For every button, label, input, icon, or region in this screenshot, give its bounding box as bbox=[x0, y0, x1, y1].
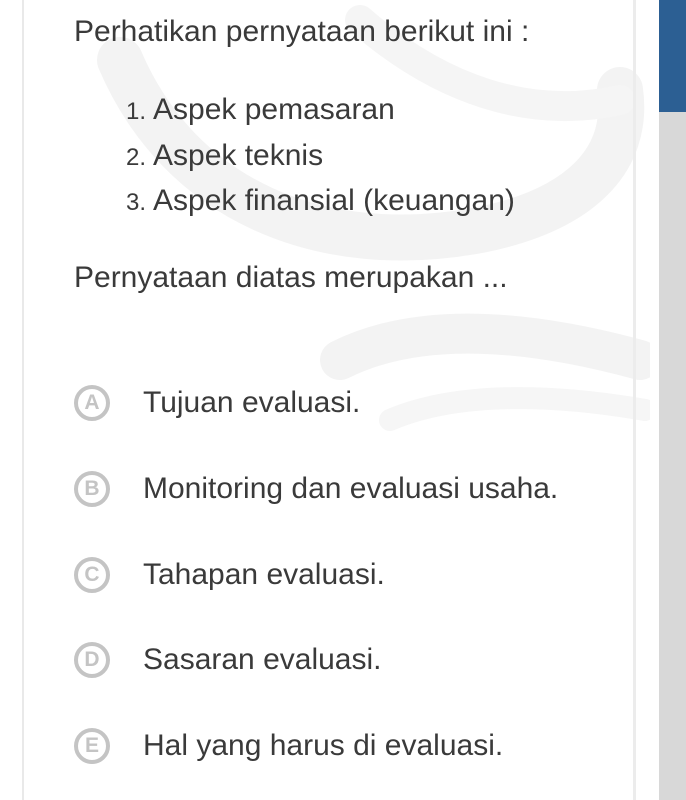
option-text-b[interactable]: Monitoring dan evaluasi usaha. bbox=[143, 472, 558, 506]
scrollbar-track[interactable] bbox=[659, 0, 686, 800]
scrollbar-thumb[interactable] bbox=[659, 0, 686, 112]
option-letter-e[interactable]: E bbox=[74, 728, 110, 764]
option-letter-a[interactable]: A bbox=[74, 385, 110, 421]
option-letter-c[interactable]: C bbox=[74, 557, 110, 593]
answer-option-d[interactable]: D Sasaran evaluasi. bbox=[74, 638, 381, 682]
statement-number: 3. bbox=[126, 189, 147, 216]
option-text-c[interactable]: Tahapan evaluasi. bbox=[143, 558, 385, 592]
option-text-e[interactable]: Hal yang harus di evaluasi. bbox=[143, 729, 503, 763]
answer-option-b[interactable]: B Monitoring dan evaluasi usaha. bbox=[74, 467, 558, 511]
statement-item: 2. Aspek teknis bbox=[126, 136, 515, 182]
statement-number: 2. bbox=[126, 143, 147, 171]
card-right-border bbox=[633, 0, 636, 800]
statement-text: Aspek teknis bbox=[153, 138, 324, 172]
answer-option-e[interactable]: E Hal yang harus di evaluasi. bbox=[74, 724, 503, 768]
statement-text: Aspek finansial (keuangan) bbox=[153, 184, 515, 217]
statement-text: Aspek pemasaran bbox=[153, 93, 395, 126]
statement-item: 1. Aspek pemasaran bbox=[126, 90, 515, 136]
option-letter-d[interactable]: D bbox=[74, 642, 110, 678]
option-text-a[interactable]: Tujuan evaluasi. bbox=[143, 386, 360, 420]
statement-item: 3. Aspek finansial (keuangan) bbox=[126, 181, 515, 227]
quiz-page: Perhatikan pernyataan berikut ini : 1. As… bbox=[0, 0, 686, 800]
question-prompt: Pernyataan diatas merupakan ... bbox=[74, 261, 508, 294]
answer-option-a[interactable]: A Tujuan evaluasi. bbox=[74, 381, 360, 425]
question-intro: Perhatikan pernyataan berikut ini : bbox=[74, 15, 530, 48]
statement-list: 1. Aspek pemasaran 2. Aspek teknis 3. Aspek… bbox=[126, 90, 515, 227]
answer-option-c[interactable]: C Tahapan evaluasi. bbox=[74, 553, 385, 597]
option-text-d[interactable]: Sasaran evaluasi. bbox=[143, 643, 381, 677]
card-left-border bbox=[22, 0, 24, 800]
statement-number: 1. bbox=[126, 98, 147, 125]
option-letter-b[interactable]: B bbox=[74, 471, 110, 507]
